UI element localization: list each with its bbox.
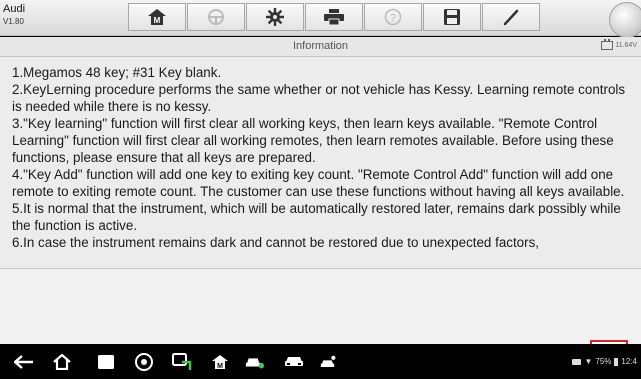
home-icon: M	[148, 9, 166, 25]
battery-percent: 75%	[595, 357, 612, 366]
message-icon	[572, 358, 582, 365]
vci-connect-icon	[172, 353, 192, 370]
message-paragraph: 5.It is normal that the instrument, whic…	[12, 201, 621, 233]
message-paragraph: 2.KeyLerning procedure performs the same…	[12, 82, 626, 114]
message-paragraph: 6.In case the instrument remains dark an…	[12, 235, 540, 250]
info-header: Information 11.64V	[0, 37, 641, 57]
note-button[interactable]	[482, 3, 540, 31]
pen-icon	[503, 9, 519, 26]
battery-voltage-value: 11.64V	[615, 42, 637, 49]
svg-text:M: M	[217, 363, 223, 370]
message-paragraph: 1.Megamos 48 key; #31 Key blank.	[12, 65, 222, 80]
steering-icon	[208, 9, 224, 25]
vehicle-info: Audi V1.80	[3, 3, 53, 32]
status-bar: ▼ 75% 12:4	[572, 357, 637, 366]
car-person-icon	[320, 355, 336, 367]
vehicle-make: Audi	[3, 3, 26, 15]
svg-text:?: ?	[390, 13, 396, 24]
battery-icon	[601, 39, 614, 50]
recent-apps-icon	[98, 355, 114, 369]
print-button[interactable]	[305, 3, 363, 31]
svg-text:M: M	[154, 16, 161, 25]
help-icon: ?	[384, 8, 402, 26]
vehicle-swap-button[interactable]	[187, 3, 245, 31]
browser-button[interactable]	[134, 353, 154, 371]
recent-apps-button[interactable]	[96, 353, 116, 371]
back-button[interactable]	[14, 353, 34, 371]
data-manager-button[interactable]	[284, 353, 304, 371]
shop-manager-button[interactable]	[245, 353, 265, 371]
settings-button[interactable]	[246, 3, 304, 31]
help-button[interactable]: ?	[364, 3, 422, 31]
top-toolbar: Audi V1.80 M ?	[0, 0, 641, 38]
message-paragraph: 3."Key learning" function will first cle…	[12, 116, 614, 165]
vehicle-shop-icon	[245, 358, 265, 369]
printer-icon	[324, 9, 344, 25]
gear-icon	[266, 8, 284, 26]
action-bar	[0, 268, 641, 344]
android-home-button[interactable]	[52, 353, 72, 371]
round-menu-button[interactable]	[609, 2, 641, 38]
browser-icon	[135, 353, 153, 371]
battery-voltage: 11.64V	[601, 39, 637, 50]
save-icon	[444, 9, 460, 25]
back-arrow-icon	[14, 355, 33, 369]
wifi-icon: ▼	[584, 357, 593, 366]
maxisys-home-icon: M	[212, 355, 228, 370]
home-button[interactable]: M	[128, 3, 186, 31]
message-paragraph: 4."Key Add" function will add one key to…	[12, 167, 625, 199]
vci-connect-button[interactable]	[172, 353, 192, 371]
battery-level-icon	[614, 357, 619, 366]
maxisys-home-button[interactable]: M	[210, 353, 230, 371]
page-title: Information	[292, 40, 349, 52]
car-icon	[285, 357, 303, 366]
information-message[interactable]: 1.Megamos 48 key; #31 Key blank. 2.KeyLe…	[0, 57, 641, 268]
system-nav-bar: M ▼ 75% 12:4	[0, 344, 641, 379]
save-button[interactable]	[423, 3, 481, 31]
software-version: V1.80	[3, 17, 24, 26]
android-home-icon	[53, 354, 71, 370]
remote-desk-button[interactable]	[320, 353, 340, 371]
clock: 12:4	[621, 357, 637, 366]
